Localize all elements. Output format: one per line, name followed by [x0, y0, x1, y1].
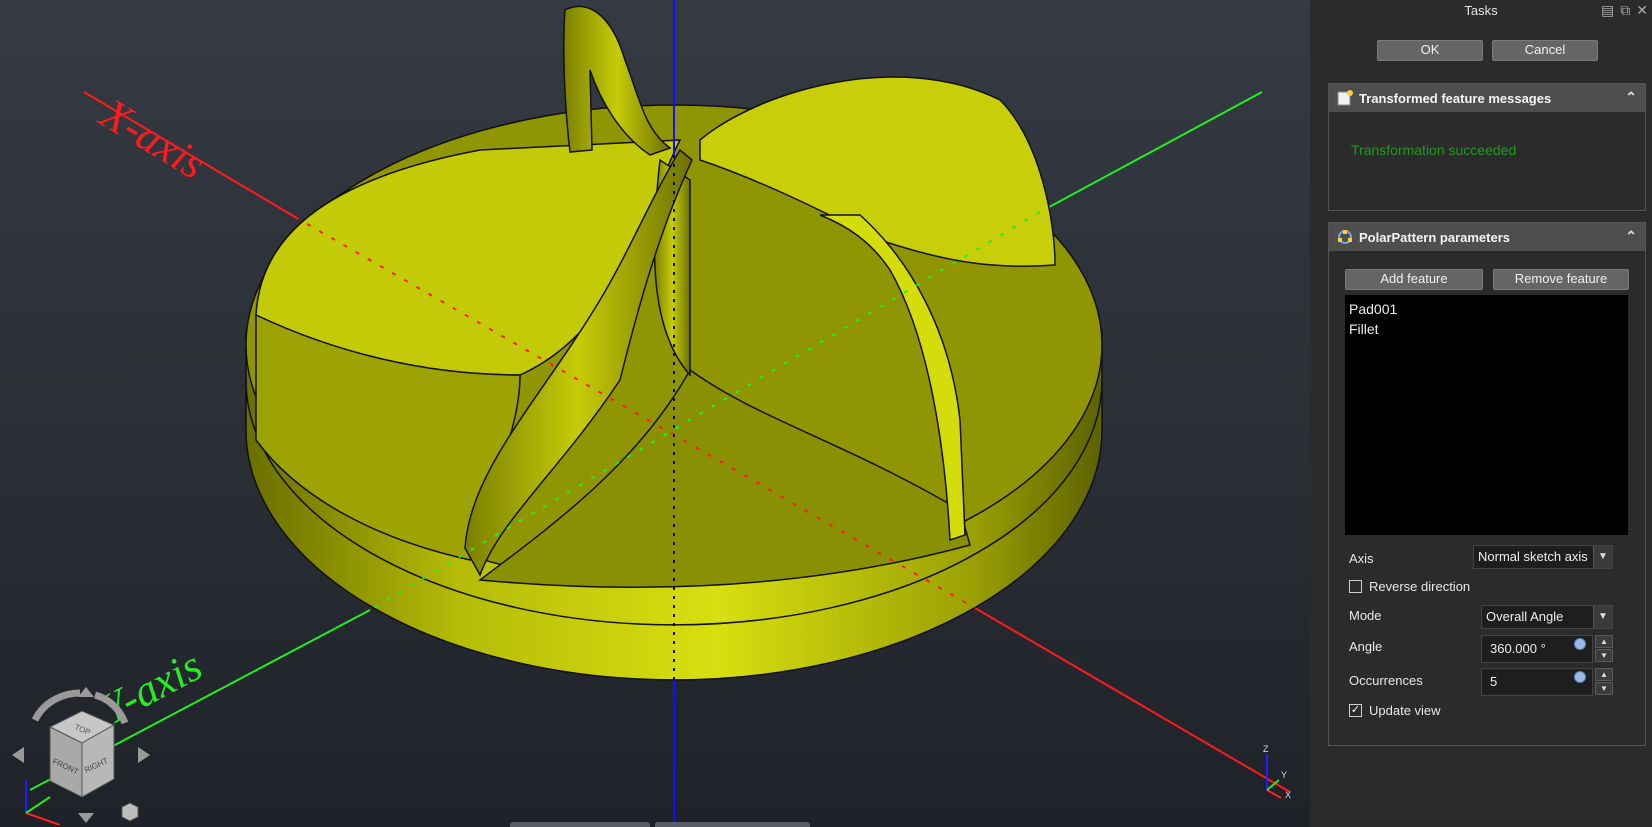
reverse-direction-checkbox[interactable]: [1349, 580, 1362, 593]
axis-select-value: Normal sketch axis: [1478, 549, 1588, 564]
occurrences-up-button[interactable]: ▲: [1595, 668, 1613, 681]
3d-viewport[interactable]: X-axis Y-axis TOP FRONT RIGHT Z Y X: [0, 0, 1310, 827]
angle-input[interactable]: 360.000 °: [1481, 635, 1593, 663]
collapse-chevron-icon[interactable]: ⌃: [1625, 89, 1637, 106]
mini-z-label: Z: [1263, 744, 1269, 754]
occurrences-input[interactable]: 5: [1481, 668, 1593, 696]
y-axis-line: [1039, 91, 1263, 213]
list-item[interactable]: Fillet: [1349, 319, 1624, 339]
remove-feature-button[interactable]: Remove feature: [1493, 269, 1629, 290]
float-panel-icon[interactable]: ⧉: [1620, 2, 1630, 19]
axis-select[interactable]: Normal sketch axis ▼: [1473, 545, 1613, 569]
tasks-panel: Tasks ▤ ⧉ ✕ OK Cancel Transformed featur…: [1310, 0, 1652, 827]
occurrences-down-button[interactable]: ▼: [1595, 682, 1613, 695]
occurrences-label: Occurrences: [1349, 673, 1423, 688]
angle-value: 360.000 °: [1490, 641, 1546, 656]
messages-panel: Transformed feature messages ⌃ Transform…: [1328, 83, 1646, 211]
axis-label: Axis: [1349, 551, 1374, 566]
occurrences-value: 5: [1490, 674, 1498, 689]
nav-down-arrow-icon: [78, 813, 94, 823]
feature-list[interactable]: Pad001 Fillet: [1345, 295, 1628, 535]
angle-up-button[interactable]: ▲: [1595, 635, 1613, 648]
update-view-label: Update view: [1369, 703, 1441, 718]
polar-pattern-icon: [1338, 230, 1352, 244]
mode-label: Mode: [1349, 608, 1382, 623]
x-axis-line-front: [974, 607, 1291, 793]
mini-axis-triad: Z Y X: [1263, 744, 1291, 800]
dock-panel-icon[interactable]: ▤: [1601, 2, 1614, 19]
mode-select-value: Overall Angle: [1486, 609, 1564, 624]
chevron-down-icon: ▼: [1593, 546, 1612, 568]
angle-down-button[interactable]: ▼: [1595, 649, 1613, 662]
view-menu-cube-icon: [121, 802, 139, 822]
document-tab[interactable]: [510, 822, 650, 827]
update-view-checkbox[interactable]: ✓: [1349, 704, 1362, 717]
nav-left-arrow-icon: [12, 747, 24, 763]
polar-pattern-panel-title: PolarPattern parameters: [1359, 229, 1511, 245]
add-feature-button[interactable]: Add feature: [1345, 269, 1483, 290]
angle-label: Angle: [1349, 639, 1383, 654]
list-item[interactable]: Pad001: [1349, 299, 1624, 319]
dock-controls: ▤ ⧉ ✕: [1601, 2, 1648, 19]
nav-up-arrow-icon: [78, 687, 94, 697]
nav-right-arrow-icon: [138, 747, 150, 763]
expression-icon[interactable]: [1574, 671, 1586, 683]
message-note-icon: [1337, 90, 1353, 106]
model-scene[interactable]: [0, 0, 1310, 827]
document-tab[interactable]: [655, 822, 810, 827]
close-icon[interactable]: ✕: [1636, 2, 1648, 19]
mini-x-label: X: [1285, 790, 1291, 800]
chevron-down-icon: ▼: [1593, 606, 1612, 628]
cancel-button[interactable]: Cancel: [1492, 40, 1598, 61]
polar-pattern-panel-header[interactable]: PolarPattern parameters ⌃: [1329, 223, 1645, 251]
messages-panel-title: Transformed feature messages: [1359, 90, 1552, 106]
ok-button[interactable]: OK: [1377, 40, 1483, 61]
expression-icon[interactable]: [1574, 638, 1586, 650]
mode-select[interactable]: Overall Angle ▼: [1481, 605, 1613, 629]
reverse-direction-label: Reverse direction: [1369, 579, 1471, 594]
status-message: Transformation succeeded: [1351, 142, 1517, 158]
collapse-chevron-icon[interactable]: ⌃: [1625, 228, 1637, 245]
navigation-cube[interactable]: TOP FRONT RIGHT: [10, 685, 150, 825]
polar-pattern-panel: PolarPattern parameters ⌃ Add feature Re…: [1328, 222, 1646, 746]
mini-y-label: Y: [1281, 770, 1287, 780]
messages-panel-header[interactable]: Transformed feature messages ⌃: [1329, 84, 1645, 112]
